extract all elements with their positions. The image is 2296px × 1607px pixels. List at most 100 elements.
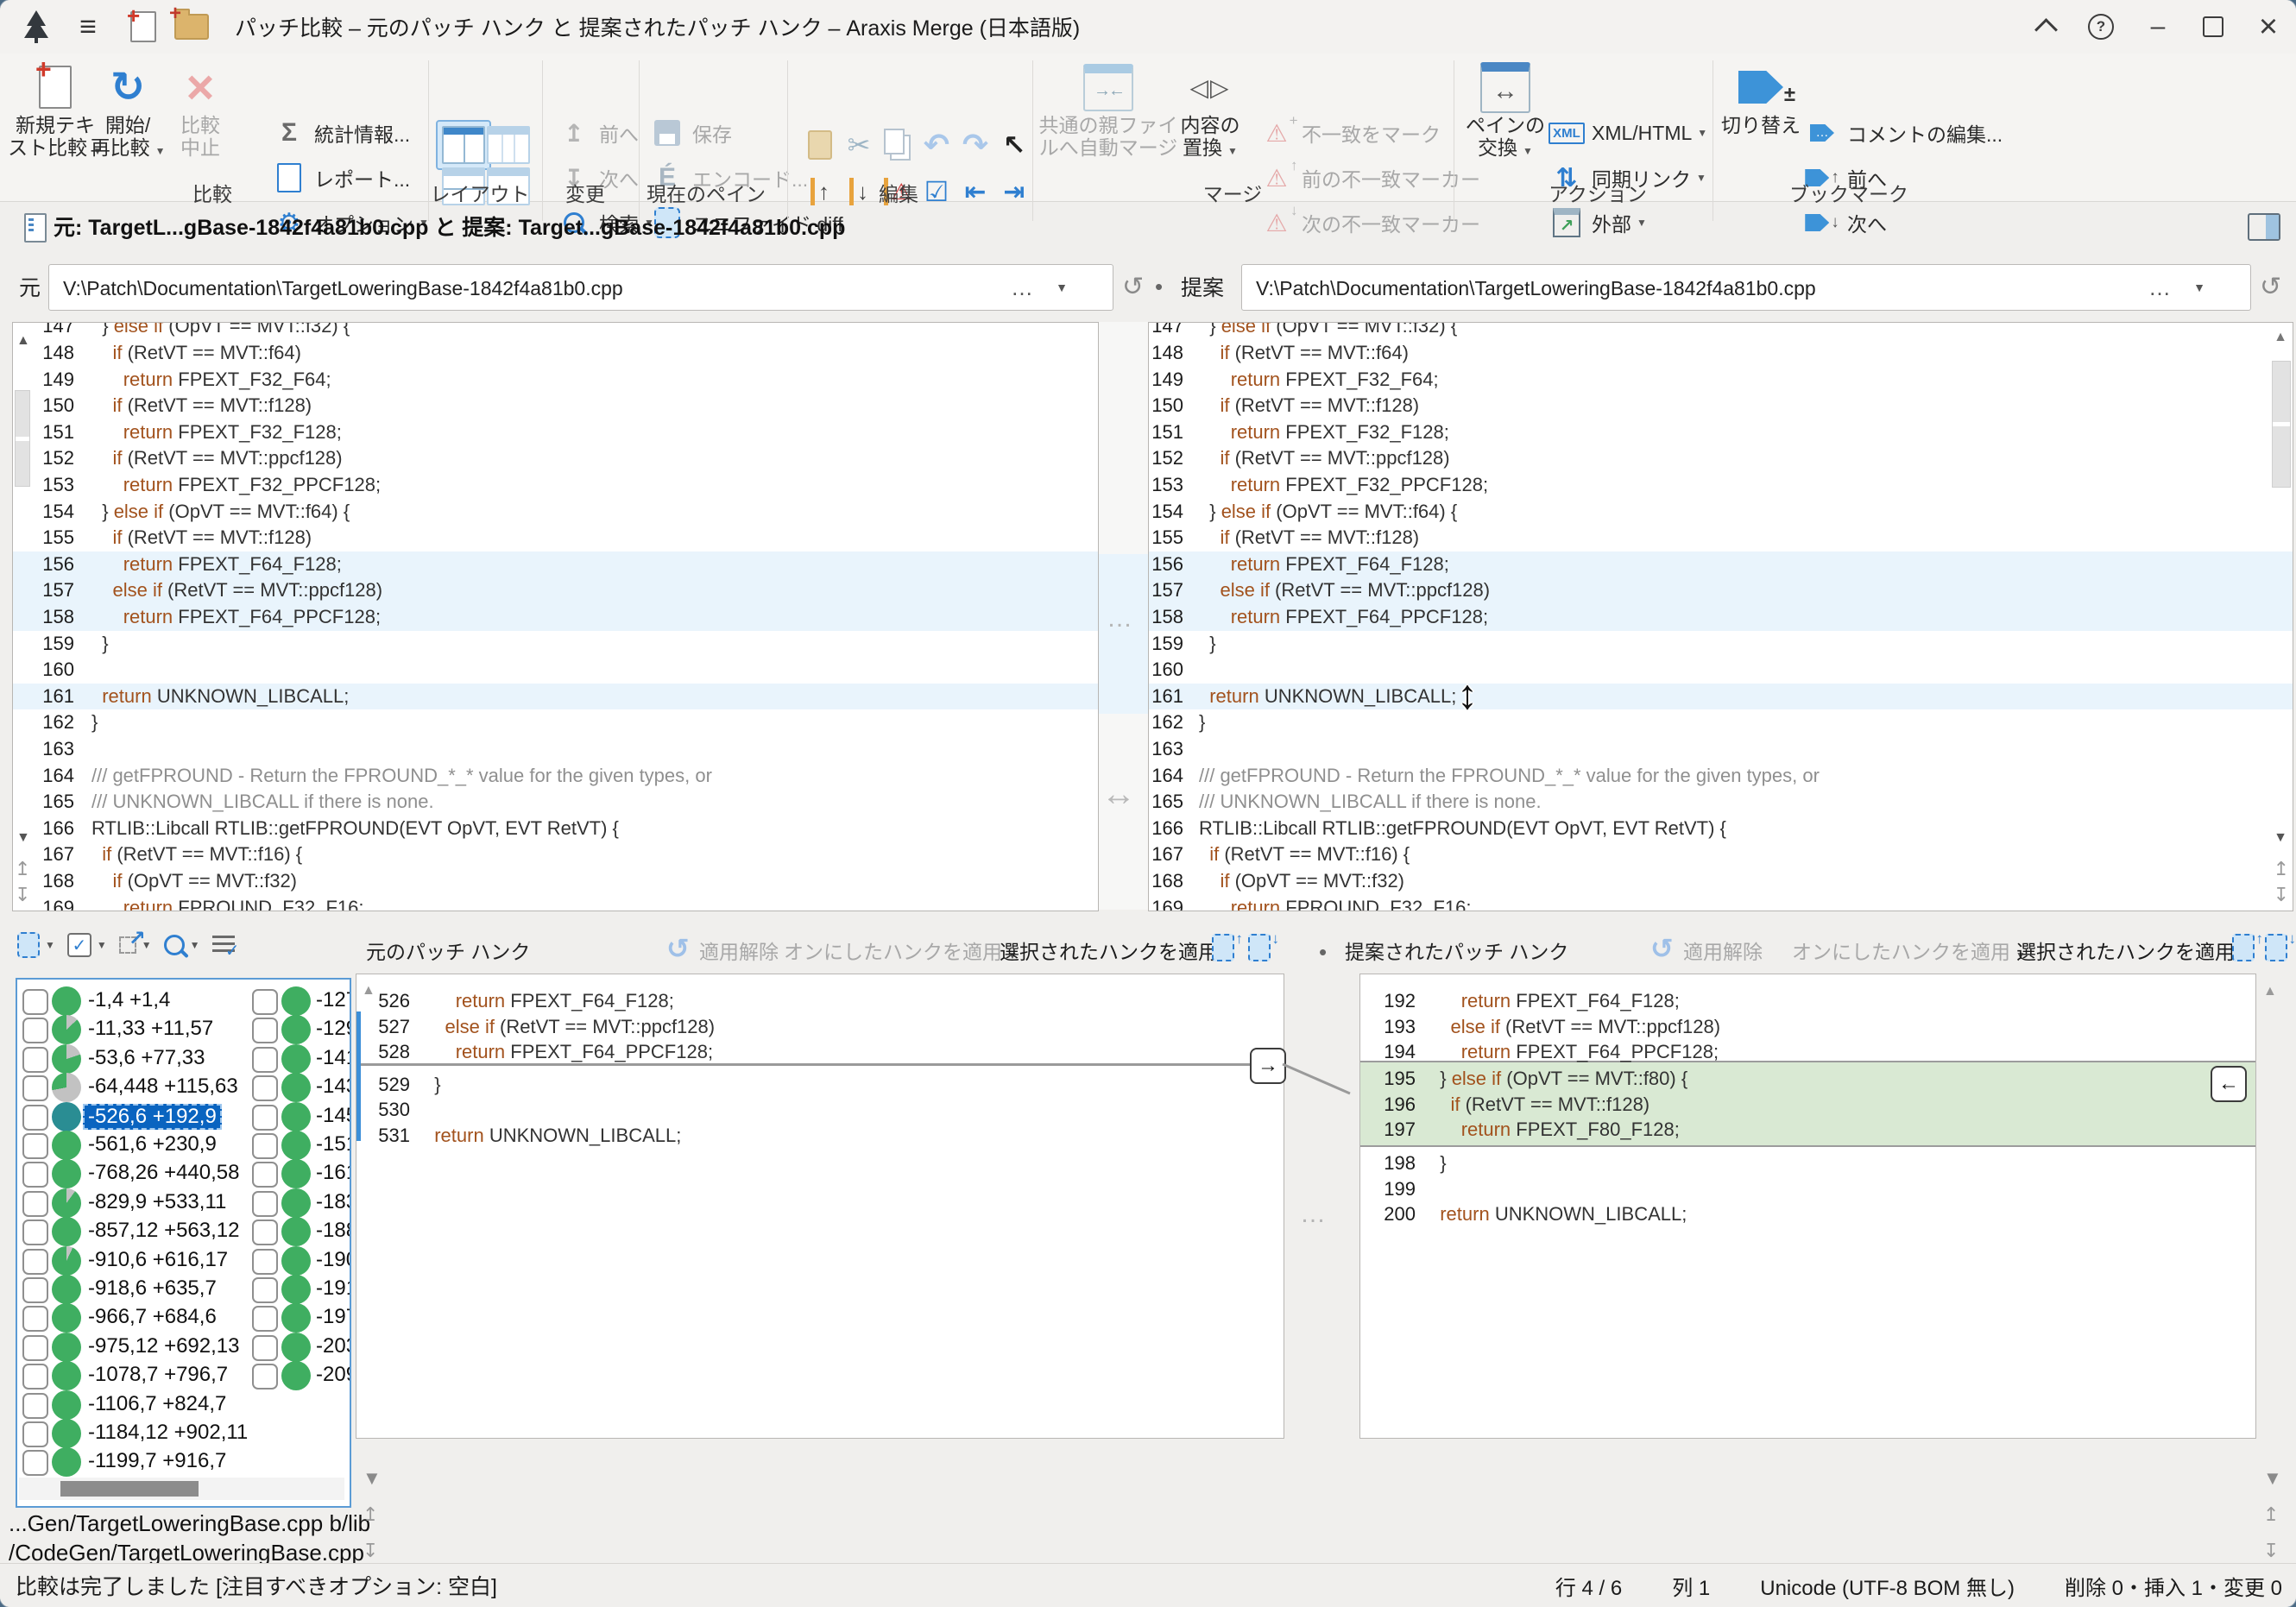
hunk-item[interactable]: -183 <box>316 1190 351 1214</box>
hunk-item[interactable]: -918,6 +635,7 <box>88 1276 217 1301</box>
hunk-list[interactable]: -1,4 +1,4 -11,33 +11,57 -53,6 +77,33 -64,44… <box>16 978 351 1508</box>
hunk-checkbox[interactable] <box>22 1306 48 1332</box>
goto-hunk-button[interactable]: ↗▼ <box>119 936 152 954</box>
hunk-checkbox[interactable] <box>252 1277 278 1303</box>
hunk-item[interactable]: -1199,7 +916,7 <box>88 1449 226 1473</box>
right-browse-button[interactable]: … <box>2148 265 2171 310</box>
hunk-item[interactable]: -1106,7 +824,7 <box>88 1392 226 1416</box>
hunk-item[interactable]: -190 <box>316 1248 351 1272</box>
hunk-item[interactable]: -151 <box>316 1132 351 1156</box>
hunk-item[interactable]: -829,9 +533,11 <box>88 1190 226 1214</box>
minimize-button[interactable]: – <box>2137 7 2179 47</box>
hunk-checkbox[interactable] <box>22 1191 48 1217</box>
hunk-checkbox[interactable] <box>22 1249 48 1275</box>
new-comparison-icon[interactable]: + <box>126 7 161 47</box>
hunk-checkbox[interactable] <box>252 1191 278 1217</box>
unapply-button-right[interactable]: 適用解除 <box>1683 936 1763 965</box>
hunk-item[interactable]: -161 <box>316 1161 351 1185</box>
hunk-checkbox[interactable] <box>22 1075 48 1101</box>
check-hunks-button[interactable]: ✓▼ <box>67 933 107 957</box>
hunk-item[interactable]: -1,4 +1,4 <box>88 988 170 1012</box>
left-path-input[interactable] <box>61 265 980 312</box>
prev-hunk-bookmark-icon-left[interactable]: ↑ <box>1212 934 1234 961</box>
hunk-checkbox[interactable] <box>22 1335 48 1361</box>
jump-first-change-icon[interactable]: ↥ <box>2274 858 2289 880</box>
vertical-scroll-thumb[interactable] <box>2272 361 2291 488</box>
hunk-checkbox[interactable] <box>252 1306 278 1332</box>
hunk-checkbox[interactable] <box>22 1047 48 1073</box>
original-code-pane[interactable]: 147 } else if (OpVT == MVT::f32) {148 if… <box>12 322 1099 911</box>
hunk-checkbox[interactable] <box>252 1335 278 1361</box>
hunk-item[interactable]: -203 <box>316 1334 351 1358</box>
hunk-item[interactable]: -561,6 +230,9 <box>88 1132 217 1156</box>
hunk-item[interactable]: -1184,12 +902,11 <box>88 1421 248 1445</box>
ribbon-button-切り替え[interactable]: ±切り替え <box>1723 60 1799 174</box>
search-hunks-button[interactable]: ▼ <box>164 935 200 955</box>
left-history-icon[interactable]: ↺ <box>1122 264 1144 309</box>
hunk-item[interactable]: -129 <box>316 1017 351 1041</box>
ribbon-button-ペインの交換[interactable]: ↔ペインの交換▼ <box>1467 60 1543 174</box>
apply-checked-button-left[interactable]: オンにしたハンクを適用▼ <box>784 936 1018 965</box>
next-change-marker-icon[interactable]: ▼ <box>2274 830 2287 846</box>
hunk-item[interactable]: -145 <box>316 1104 351 1128</box>
hunk-checkbox[interactable] <box>22 1133 48 1159</box>
right-path-dropdown-icon[interactable]: ▼ <box>2193 265 2205 310</box>
edit-tool-pointer[interactable]: ↖ <box>997 128 1031 162</box>
next-change-marker-icon[interactable]: ▼ <box>2263 1467 2282 1490</box>
hunk-item[interactable]: -191 <box>316 1276 351 1301</box>
hunk-checkbox[interactable] <box>252 1249 278 1275</box>
scroll-up-icon[interactable]: ▲ <box>2274 330 2287 345</box>
hunk-checkbox[interactable] <box>22 1219 48 1245</box>
hunk-checkbox[interactable] <box>22 989 48 1015</box>
ribbon-button-内容の置換[interactable]: ◁▷内容の置換▼ <box>1170 60 1250 174</box>
hunk-checkbox[interactable] <box>252 1133 278 1159</box>
close-button[interactable]: × <box>2248 7 2289 47</box>
hunk-item[interactable]: -209 <box>316 1363 351 1387</box>
left-browse-button[interactable]: … <box>1011 265 1033 310</box>
jump-last-change-icon[interactable]: ↧ <box>363 1540 378 1562</box>
hunk-checkbox[interactable] <box>22 1162 48 1188</box>
pane-scroll-thumb[interactable] <box>15 390 30 487</box>
ribbon-button-新規テキスト比較[interactable]: +新規テキスト比較▼ <box>21 60 90 174</box>
hunk-checkbox[interactable] <box>252 1162 278 1188</box>
hunk-checkbox[interactable] <box>252 1219 278 1245</box>
jump-first-change-icon[interactable]: ↥ <box>15 858 30 880</box>
hunk-item[interactable]: -975,12 +692,13 <box>88 1334 240 1358</box>
next-change-marker-icon[interactable]: ▼ <box>16 830 30 846</box>
hunk-item[interactable]: -188 <box>316 1219 351 1243</box>
next-hunk-bookmark-icon-right[interactable]: ↓ <box>2265 934 2287 961</box>
next-change-marker-icon[interactable]: ▼ <box>363 1467 382 1490</box>
prev-hunk-bookmark-icon-right[interactable]: ↑ <box>2232 934 2255 961</box>
orig-hunk-pane[interactable]: ▲526 return FPEXT_F64_F128;527 else if (… <box>356 974 1284 1439</box>
jump-last-change-icon[interactable]: ↧ <box>15 884 30 906</box>
hunk-item[interactable]: -64,448 +115,63 <box>88 1074 238 1099</box>
hunk-item[interactable]: -11,33 +11,57 <box>88 1017 213 1041</box>
apply-checked-button-right[interactable]: オンにしたハンクを適用▼ <box>1792 936 2026 965</box>
menu-icon[interactable]: ≡ <box>71 7 105 47</box>
maximize-button[interactable] <box>2192 7 2234 47</box>
hunk-item[interactable]: -141 <box>316 1046 351 1070</box>
hunk-checkbox[interactable] <box>22 1018 48 1043</box>
ribbon-button-開始/再比較[interactable]: ↻開始/再比較▼ <box>93 60 162 174</box>
hunk-checkbox[interactable] <box>22 1421 48 1447</box>
prev-change-marker-icon[interactable]: ▲ <box>2263 984 2277 999</box>
hunk-item[interactable]: -143 <box>316 1074 351 1099</box>
apply-selected-button-right[interactable]: 選択されたハンクを適用▼ <box>2016 936 2250 965</box>
pane-layout-toggle-icon[interactable] <box>2248 213 2280 241</box>
hunk-item[interactable]: -910,6 +616,17 <box>88 1248 228 1272</box>
hunk-item[interactable]: -768,26 +440,58 <box>88 1161 240 1185</box>
apply-hunk-right-button[interactable]: → <box>1250 1048 1286 1084</box>
collapse-ribbon-icon[interactable] <box>2027 7 2065 47</box>
jump-last-change-icon[interactable]: ↧ <box>2274 884 2289 906</box>
hunk-item[interactable]: -127 <box>316 988 351 1012</box>
hunk-item[interactable]: -1078,7 +796,7 <box>88 1363 228 1387</box>
hscroll-thumb[interactable] <box>60 1481 199 1497</box>
prop-hunk-pane[interactable]: 192 return FPEXT_F64_F128;193 else if (R… <box>1359 974 2256 1439</box>
layout-option-2col[interactable] <box>442 126 485 164</box>
hunk-checkbox[interactable] <box>252 1105 278 1131</box>
jump-first-change-icon[interactable]: ↥ <box>2263 1503 2279 1526</box>
open-folder-icon[interactable]: + <box>173 7 211 47</box>
hunk-item[interactable]: -53,6 +77,33 <box>88 1046 205 1070</box>
hunk-checkbox[interactable] <box>252 989 278 1015</box>
unified-view-button[interactable]: ▼ <box>17 932 55 958</box>
